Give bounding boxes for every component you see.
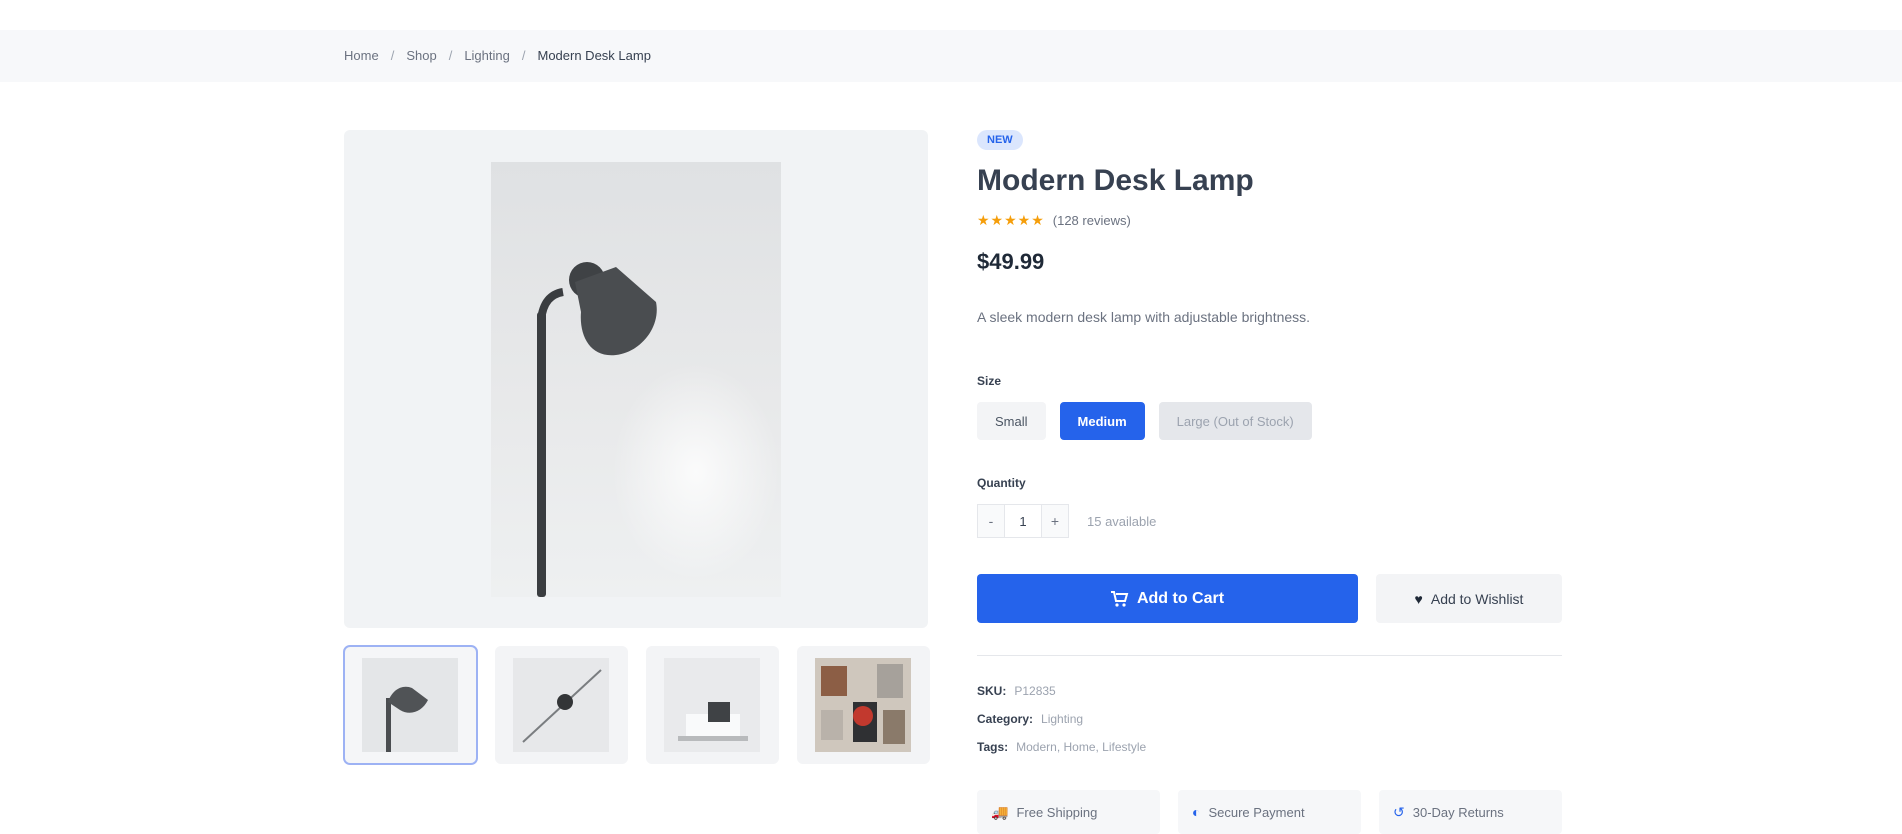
breadcrumb: Home / Shop / Lighting / Modern Desk Lam… <box>344 48 651 63</box>
heart-icon: ♥ <box>1414 590 1423 607</box>
feature-secure-payment: ◐ Secure Payment <box>1178 790 1361 834</box>
truck-icon: 🚚 <box>991 803 1009 820</box>
stock-available: 15 available <box>1087 513 1157 529</box>
review-count[interactable]: (128 reviews) <box>1053 213 1131 228</box>
size-option-large: Large (Out of Stock) <box>1158 402 1312 440</box>
product-info: NEW Modern Desk Lamp ★★★★★ (128 reviews)… <box>977 130 1563 834</box>
product-price: $49.99 <box>977 249 1045 274</box>
add-to-cart-label: Add to Cart <box>1136 589 1225 607</box>
cart-icon <box>1110 590 1129 607</box>
thumbnail-3[interactable] <box>646 646 779 764</box>
product-description: A sleek modern desk lamp with adjustable… <box>977 309 1311 325</box>
feature-list: 🚚 Free Shipping ◐ Secure Payment ↺ 30-Da… <box>977 790 1562 834</box>
quantity-stepper: - 1 + 15 available <box>977 504 1156 538</box>
product-title: Modern Desk Lamp <box>977 164 1254 197</box>
wishlist-label: Add to Wishlist <box>1430 590 1524 607</box>
divider <box>977 655 1562 656</box>
thumbnail-4[interactable] <box>797 646 930 764</box>
thumbnail-1[interactable] <box>343 645 478 765</box>
quantity-increase-button[interactable]: + <box>1041 504 1069 538</box>
thumbnail-2[interactable] <box>495 646 628 764</box>
breadcrumb-separator: / <box>448 48 453 63</box>
product-sku: SKU: P12835 <box>977 684 1056 698</box>
main-product-image[interactable] <box>344 130 928 628</box>
return-icon: ↺ <box>1393 803 1405 820</box>
star-rating-icon: ★★★★★ <box>977 212 1045 228</box>
breadcrumb-shop[interactable]: Shop <box>406 48 436 63</box>
size-option-medium[interactable]: Medium <box>1059 402 1145 440</box>
product-category: Category: Lighting <box>977 712 1084 726</box>
add-to-wishlist-button[interactable]: ♥ Add to Wishlist <box>1376 574 1562 623</box>
size-options: Small Medium Large (Out of Stock) <box>977 402 1312 440</box>
breadcrumb-home[interactable]: Home <box>344 48 379 63</box>
feature-free-shipping: 🚚 Free Shipping <box>977 790 1160 834</box>
size-label: Size <box>977 374 1002 388</box>
thumbnail-strip <box>343 645 930 765</box>
quantity-input[interactable]: 1 <box>1005 504 1041 538</box>
quantity-decrease-button[interactable]: - <box>977 504 1005 538</box>
lamp-photo <box>491 162 781 597</box>
breadcrumb-lighting[interactable]: Lighting <box>464 48 510 63</box>
size-option-small[interactable]: Small <box>977 402 1046 440</box>
product-tags: Tags: Modern, Home, Lifestyle <box>977 740 1147 754</box>
feature-returns: ↺ 30-Day Returns <box>1379 790 1562 834</box>
breadcrumb-current: Modern Desk Lamp <box>537 48 651 63</box>
breadcrumb-separator: / <box>521 48 526 63</box>
add-to-cart-button[interactable]: Add to Cart <box>977 574 1358 623</box>
breadcrumb-bar: Home / Shop / Lighting / Modern Desk Lam… <box>0 30 1902 82</box>
quantity-label: Quantity <box>977 476 1026 490</box>
rating: ★★★★★ (128 reviews) <box>977 212 1563 229</box>
new-badge: NEW <box>977 130 1023 150</box>
category-link[interactable]: Lighting <box>1041 712 1083 726</box>
breadcrumb-separator: / <box>390 48 395 63</box>
shield-icon: ◐ <box>1192 804 1201 820</box>
top-bar <box>0 0 1902 30</box>
